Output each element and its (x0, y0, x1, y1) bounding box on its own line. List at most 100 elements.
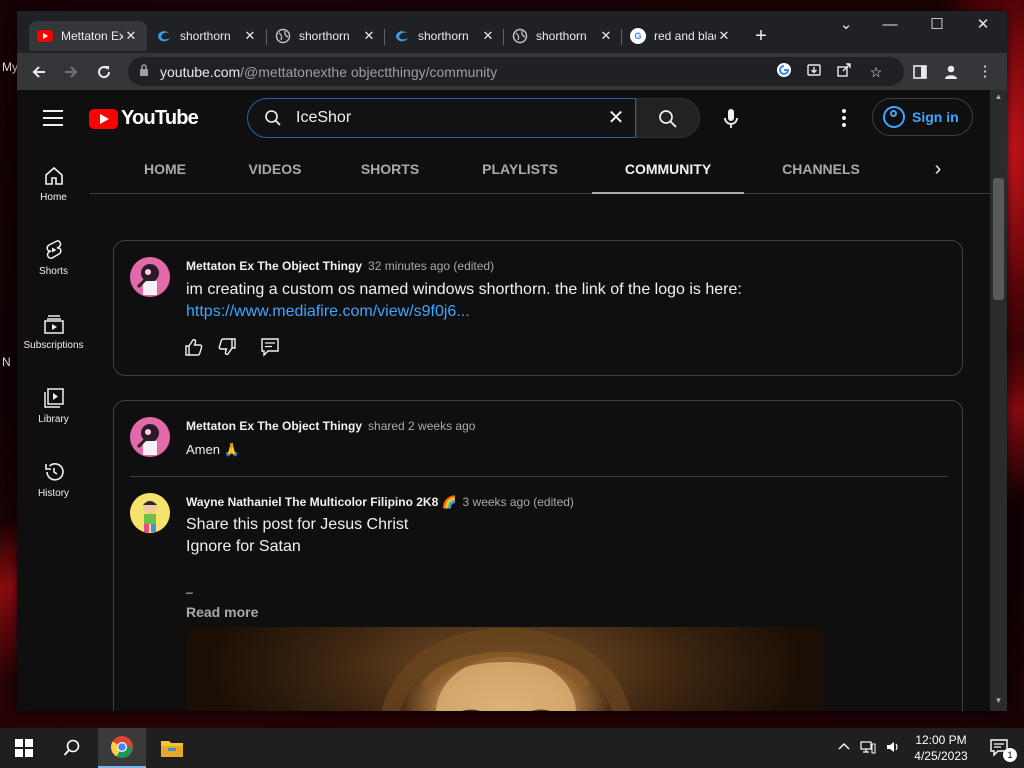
tab-title: shorthorn (180, 29, 231, 43)
tab-close-icon[interactable]: ✕ (123, 28, 139, 44)
tab-channels[interactable]: CHANNELS (766, 146, 876, 194)
tab-playlists[interactable]: PLAYLISTS (465, 146, 575, 194)
lock-icon[interactable] (139, 64, 149, 77)
guide-menu-icon[interactable] (43, 110, 63, 126)
post-author[interactable]: Mettaton Ex The Object Thingy (186, 419, 362, 433)
settings-more-icon[interactable] (834, 106, 854, 130)
show-hidden-icons-icon[interactable] (838, 741, 850, 756)
search-button[interactable] (48, 728, 96, 768)
tab-close-icon[interactable]: ✕ (598, 28, 614, 44)
tab-close-icon[interactable]: ✕ (480, 28, 496, 44)
post-time[interactable]: 32 minutes ago (edited) (368, 259, 494, 273)
tab-home[interactable]: HOME (130, 146, 200, 194)
tab-shorthorn-3[interactable]: shorthorn ✕ (386, 21, 504, 51)
avatar[interactable] (130, 257, 170, 297)
folder-icon (161, 741, 183, 757)
shared-avatar[interactable] (130, 493, 170, 533)
minimize-button[interactable]: — (867, 11, 913, 41)
side-panel-icon[interactable] (909, 61, 931, 83)
notification-center-button[interactable]: 1 (980, 728, 1020, 768)
browser-toolbar: youtube.com/@mettatonexthe objectthingy/… (17, 53, 1007, 90)
guide-label: Subscriptions (23, 340, 84, 351)
guide-item-library[interactable]: Library (17, 378, 90, 438)
tab-title: red and black (654, 29, 716, 43)
close-window-button[interactable]: ✕ (960, 11, 1006, 41)
shared-post-line: _ (186, 580, 193, 594)
profile-icon[interactable] (940, 61, 962, 83)
chevron-right-icon[interactable]: › (926, 158, 950, 182)
post-author[interactable]: Mettaton Ex The Object Thingy (186, 259, 362, 273)
guide-label: Home (40, 192, 67, 203)
new-tab-button[interactable]: + (748, 24, 774, 50)
scroll-down-icon[interactable]: ▼ (990, 696, 1007, 705)
taskbar-clock[interactable]: 12:00 PM 4/25/2023 (905, 732, 977, 764)
clear-search-icon[interactable]: ✕ (605, 107, 627, 129)
tab-google-search[interactable]: G red and black ✕ (622, 21, 740, 51)
tab-shorthorn-4[interactable]: shorthorn ✕ (504, 21, 622, 51)
shared-post-time[interactable]: 3 weeks ago (edited) (463, 495, 574, 509)
tab-close-icon[interactable]: ✕ (361, 28, 377, 44)
avatar[interactable] (130, 417, 170, 457)
bookmark-star-icon[interactable]: ☆ (866, 62, 886, 82)
maximize-button[interactable]: ☐ (914, 11, 960, 41)
like-icon[interactable] (184, 337, 204, 357)
scroll-up-icon[interactable]: ▲ (990, 92, 1007, 101)
forward-icon[interactable] (58, 59, 84, 85)
dislike-icon[interactable] (217, 337, 237, 357)
google-lens-icon[interactable] (774, 62, 794, 82)
shared-post-line: Ignore for Satan (186, 538, 301, 555)
post-meta: Mettaton Ex The Object Thingy shared 2 we… (186, 419, 475, 433)
youtube-logo[interactable]: YouTube (89, 107, 199, 130)
globe-favicon-icon (512, 28, 528, 44)
volume-icon[interactable] (886, 740, 900, 757)
jesus-painting-image (381, 627, 631, 711)
history-icon (42, 460, 66, 484)
comment-icon[interactable] (260, 337, 280, 357)
shared-post-author[interactable]: Wayne Nathaniel The Multicolor Filipino … (186, 495, 457, 509)
start-button[interactable] (0, 728, 48, 768)
sign-in-button[interactable]: Sign in (872, 98, 973, 136)
post-link[interactable]: https://www.mediafire.com/view/s9f0j6... (186, 301, 946, 323)
chrome-taskbar-button[interactable] (98, 728, 146, 768)
search-button[interactable] (636, 98, 700, 138)
tab-shorts[interactable]: SHORTS (355, 146, 425, 194)
scrollbar-thumb[interactable] (993, 178, 1004, 300)
tab-community[interactable]: COMMUNITY (592, 146, 744, 194)
file-explorer-button[interactable] (148, 728, 196, 768)
tab-strip: Mettaton Ex The Object Thingy - YouTube … (17, 11, 1007, 53)
guide-item-home[interactable]: Home (17, 156, 90, 216)
chrome-menu-icon[interactable]: ⋮ (974, 61, 996, 83)
search-box: ✕ (247, 98, 636, 138)
system-tray (838, 728, 900, 768)
guide-item-shorts[interactable]: Shorts (17, 230, 90, 290)
desktop-icon-label[interactable]: N (2, 355, 11, 369)
search-input[interactable] (296, 107, 596, 129)
guide-item-subscriptions[interactable]: Subscriptions (17, 304, 90, 364)
install-app-icon[interactable] (804, 62, 824, 82)
tab-close-icon[interactable]: ✕ (716, 28, 732, 44)
guide-item-history[interactable]: History (17, 452, 90, 512)
network-icon[interactable] (860, 740, 876, 757)
account-circle-icon (883, 106, 905, 128)
page-scrollbar[interactable]: ▲ ▼ (990, 90, 1007, 711)
shared-post-text: Share this post for Jesus Christ Ignore … (186, 514, 926, 594)
voice-search-button[interactable] (711, 98, 751, 138)
tab-youtube[interactable]: Mettaton Ex The Object Thingy - YouTube … (29, 21, 147, 51)
home-icon (42, 164, 66, 188)
tab-shorthorn-2[interactable]: shorthorn ✕ (267, 21, 385, 51)
chrome-window: Mettaton Ex The Object Thingy - YouTube … (17, 11, 1007, 711)
read-more-button[interactable]: Read more (186, 604, 258, 620)
share-icon[interactable] (834, 62, 854, 82)
tab-close-icon[interactable]: ✕ (242, 28, 258, 44)
tab-shorthorn-1[interactable]: shorthorn ✕ (148, 21, 266, 51)
tab-search-button[interactable]: ⌄ (823, 11, 869, 41)
post-image[interactable] (186, 627, 824, 711)
post-time[interactable]: shared 2 weeks ago (368, 419, 475, 433)
tab-videos[interactable]: VIDEOS (240, 146, 310, 194)
reload-icon[interactable] (91, 59, 117, 85)
address-bar[interactable]: youtube.com/@mettatonexthe objectthingy/… (128, 57, 904, 86)
tab-title: Mettaton Ex The Object Thingy - YouTube (61, 29, 123, 43)
back-icon[interactable] (26, 59, 52, 85)
post-text: im creating a custom os named windows sh… (186, 279, 946, 323)
desktop-icon-label[interactable]: My (2, 60, 18, 74)
